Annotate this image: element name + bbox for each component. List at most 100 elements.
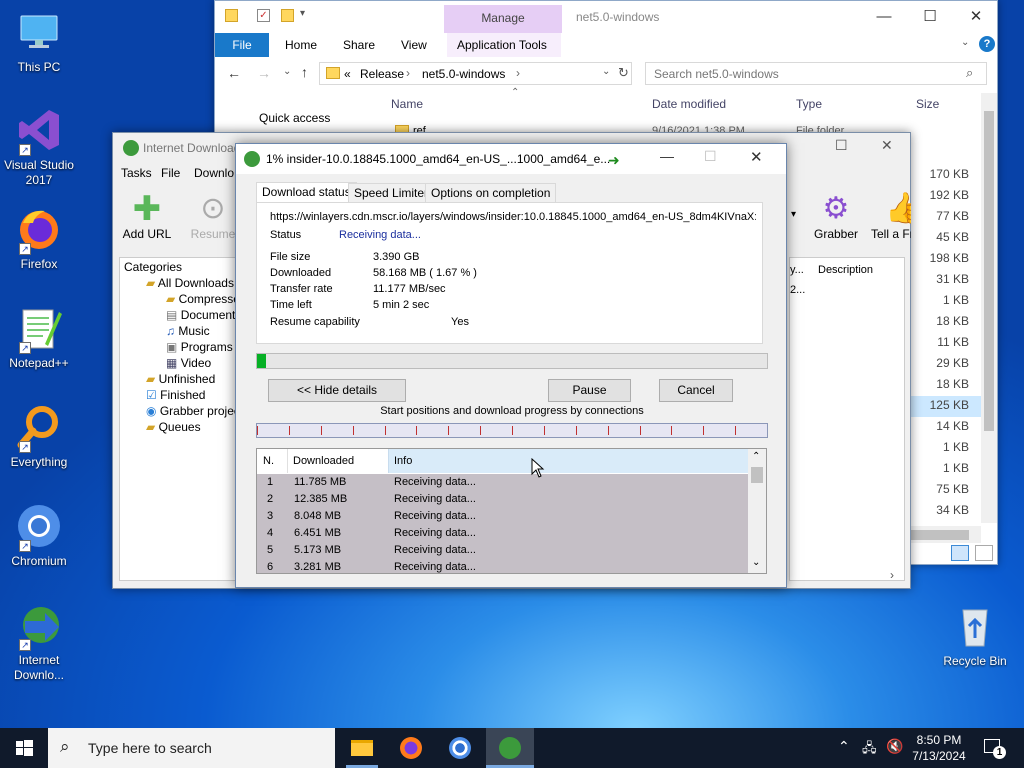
menu-downloads[interactable]: Downlo — [194, 166, 234, 180]
quick-access-dropdown-icon[interactable]: ▾ — [300, 8, 305, 19]
connection-row[interactable]: 1 11.785 MB Receiving data... — [257, 474, 748, 491]
resume-button[interactable]: ⊙ Resume — [185, 191, 241, 249]
column-size[interactable]: Size — [916, 97, 939, 111]
taskbar-file-explorer[interactable] — [338, 728, 386, 768]
show-hidden-icons-chevron-icon[interactable]: ⌃ — [838, 738, 850, 755]
chevron-down-icon[interactable]: ⌄ — [961, 37, 969, 48]
tab-application-tools[interactable]: Application Tools — [447, 33, 561, 57]
scrollbar-thumb[interactable] — [984, 111, 994, 431]
maximize-button[interactable]: ☐ — [704, 148, 717, 165]
column-description[interactable]: Description — [818, 264, 873, 276]
this-pc-desktop-icon[interactable]: This PC — [1, 8, 77, 75]
connection-row[interactable]: 3 8.048 MB Receiving data... — [257, 508, 748, 525]
connection-row[interactable]: 6 3.281 MB Receiving data... — [257, 559, 748, 573]
firefox-desktop-icon[interactable]: ↗ Firefox — [1, 205, 77, 272]
notification-center-button[interactable]: 1 — [978, 736, 1008, 760]
tab-options-on-completion[interactable]: Options on completion — [425, 183, 557, 203]
search-input[interactable]: Search net5.0-windows ⌕ — [645, 62, 987, 85]
connection-row[interactable]: 4 6.451 MB Receiving data... — [257, 525, 748, 542]
tree-documents[interactable]: ▤ Documents — [166, 308, 238, 322]
address-dropdown-icon[interactable]: ⌄ — [602, 66, 610, 77]
close-button[interactable]: ✕ — [881, 137, 893, 154]
column-downloaded[interactable]: Downloaded — [293, 455, 354, 467]
address-bar[interactable]: « Release › net5.0-windows › ⌄ ↻ — [319, 62, 632, 85]
tab-download-status[interactable]: Download status — [256, 182, 357, 203]
taskbar-firefox[interactable] — [387, 728, 435, 768]
column-header-partial[interactable]: y... — [790, 264, 804, 276]
maximize-button[interactable]: ☐ — [835, 137, 848, 154]
tree-queues[interactable]: ▰ Queues — [146, 420, 201, 434]
start-button[interactable] — [0, 728, 48, 768]
tree-video[interactable]: ▦ Video — [166, 356, 211, 370]
scroll-right-icon[interactable]: › — [890, 568, 894, 582]
scroll-down-icon[interactable]: ⌄ — [752, 557, 760, 568]
everything-desktop-icon[interactable]: ↗ Everything — [1, 403, 77, 470]
taskbar-idm[interactable] — [486, 728, 534, 768]
tree-unfinished[interactable]: ▰ Unfinished — [146, 372, 215, 386]
visual-studio-desktop-icon[interactable]: ↗ Visual Studio 2017 — [1, 106, 77, 188]
menu-file[interactable]: File — [161, 166, 180, 180]
tree-grabber-projects[interactable]: ◉ Grabber projec — [146, 404, 238, 418]
column-info-header[interactable]: Info — [388, 449, 748, 473]
forward-arrow-icon[interactable]: → — [257, 65, 271, 81]
menu-tasks[interactable]: Tasks — [121, 166, 152, 180]
breadcrumb-release[interactable]: Release — [360, 67, 404, 81]
search-icon[interactable]: ⌕ — [966, 65, 973, 81]
cancel-button[interactable]: Cancel — [659, 379, 733, 402]
tree-all-downloads[interactable]: ▰ All Downloads — [146, 276, 234, 290]
nav-quick-access[interactable]: Quick access — [259, 111, 330, 125]
column-name[interactable]: Name — [391, 97, 423, 111]
taskbar-search-box[interactable]: ⌕ Type here to search — [48, 728, 335, 768]
refresh-icon[interactable]: ↻ — [618, 65, 629, 81]
scrollbar-thumb[interactable] — [909, 530, 969, 540]
tell-a-friend-button[interactable]: 👍 Tell a Fri — [869, 191, 911, 249]
tree-compressed[interactable]: ▰ Compresse — [166, 292, 238, 306]
column-type[interactable]: Type — [796, 97, 822, 111]
large-icons-view-icon[interactable] — [975, 545, 993, 561]
table-scrollbar[interactable]: ⌃ ⌄ — [748, 449, 766, 573]
pause-button[interactable]: Pause — [548, 379, 631, 402]
manage-contextual-tab[interactable]: Manage — [444, 5, 562, 33]
close-button[interactable]: ✕ — [750, 148, 763, 166]
chevron-right-icon[interactable]: › — [406, 66, 410, 80]
tree-finished[interactable]: ☑ Finished — [146, 388, 205, 402]
properties-icon[interactable]: ✓ — [257, 9, 270, 22]
minimize-button[interactable]: — — [861, 1, 907, 33]
help-icon[interactable]: ? — [979, 36, 995, 52]
tab-speed-limiter[interactable]: Speed Limiter — [348, 183, 435, 203]
details-view-icon[interactable] — [951, 545, 969, 561]
connection-row[interactable]: 2 12.385 MB Receiving data... — [257, 491, 748, 508]
tab-view[interactable]: View — [391, 33, 437, 57]
scroll-up-icon[interactable]: ⌃ — [752, 451, 760, 462]
chromium-desktop-icon[interactable]: ↗ Chromium — [1, 502, 77, 569]
hide-details-button[interactable]: << Hide details — [268, 379, 406, 402]
volume-muted-icon[interactable]: 🔇 — [886, 738, 903, 755]
minimize-button[interactable]: — — [660, 148, 674, 164]
maximize-button[interactable]: ☐ — [907, 1, 953, 33]
column-date-modified[interactable]: Date modified — [652, 97, 726, 111]
network-icon[interactable]: 🖧 — [862, 739, 877, 761]
vertical-scrollbar[interactable] — [981, 93, 997, 523]
column-n[interactable]: N. — [263, 455, 274, 467]
recycle-bin-desktop-icon[interactable]: Recycle Bin — [937, 602, 1013, 669]
up-arrow-icon[interactable]: ↑ — [301, 64, 308, 80]
connection-row[interactable]: 5 5.173 MB Receiving data... — [257, 542, 748, 559]
system-clock[interactable]: 8:50 PM 7/13/2024 — [908, 732, 970, 764]
tree-music[interactable]: ♫ Music — [166, 324, 210, 338]
close-button[interactable]: ✕ — [953, 1, 999, 33]
toolbar-dropdown-icon[interactable]: ▾ — [791, 209, 796, 220]
tab-share[interactable]: Share — [333, 33, 385, 57]
new-folder-icon[interactable] — [281, 9, 294, 22]
scrollbar-thumb[interactable] — [751, 467, 763, 483]
back-arrow-icon[interactable]: ← — [227, 65, 241, 81]
tree-programs[interactable]: ▣ Programs — [166, 340, 233, 354]
tab-file[interactable]: File — [215, 33, 269, 57]
breadcrumb-current[interactable]: net5.0-windows — [422, 67, 505, 81]
notepadpp-desktop-icon[interactable]: ↗ Notepad++ — [1, 304, 77, 371]
taskbar-chromium[interactable] — [436, 728, 484, 768]
idm-desktop-icon[interactable]: ↗ Internet Downlo... — [1, 601, 77, 683]
breadcrumb-overflow[interactable]: « — [344, 67, 351, 81]
chevron-right-icon[interactable]: › — [516, 66, 520, 80]
tab-home[interactable]: Home — [275, 33, 327, 57]
add-url-button[interactable]: ✚ Add URL — [119, 191, 175, 249]
